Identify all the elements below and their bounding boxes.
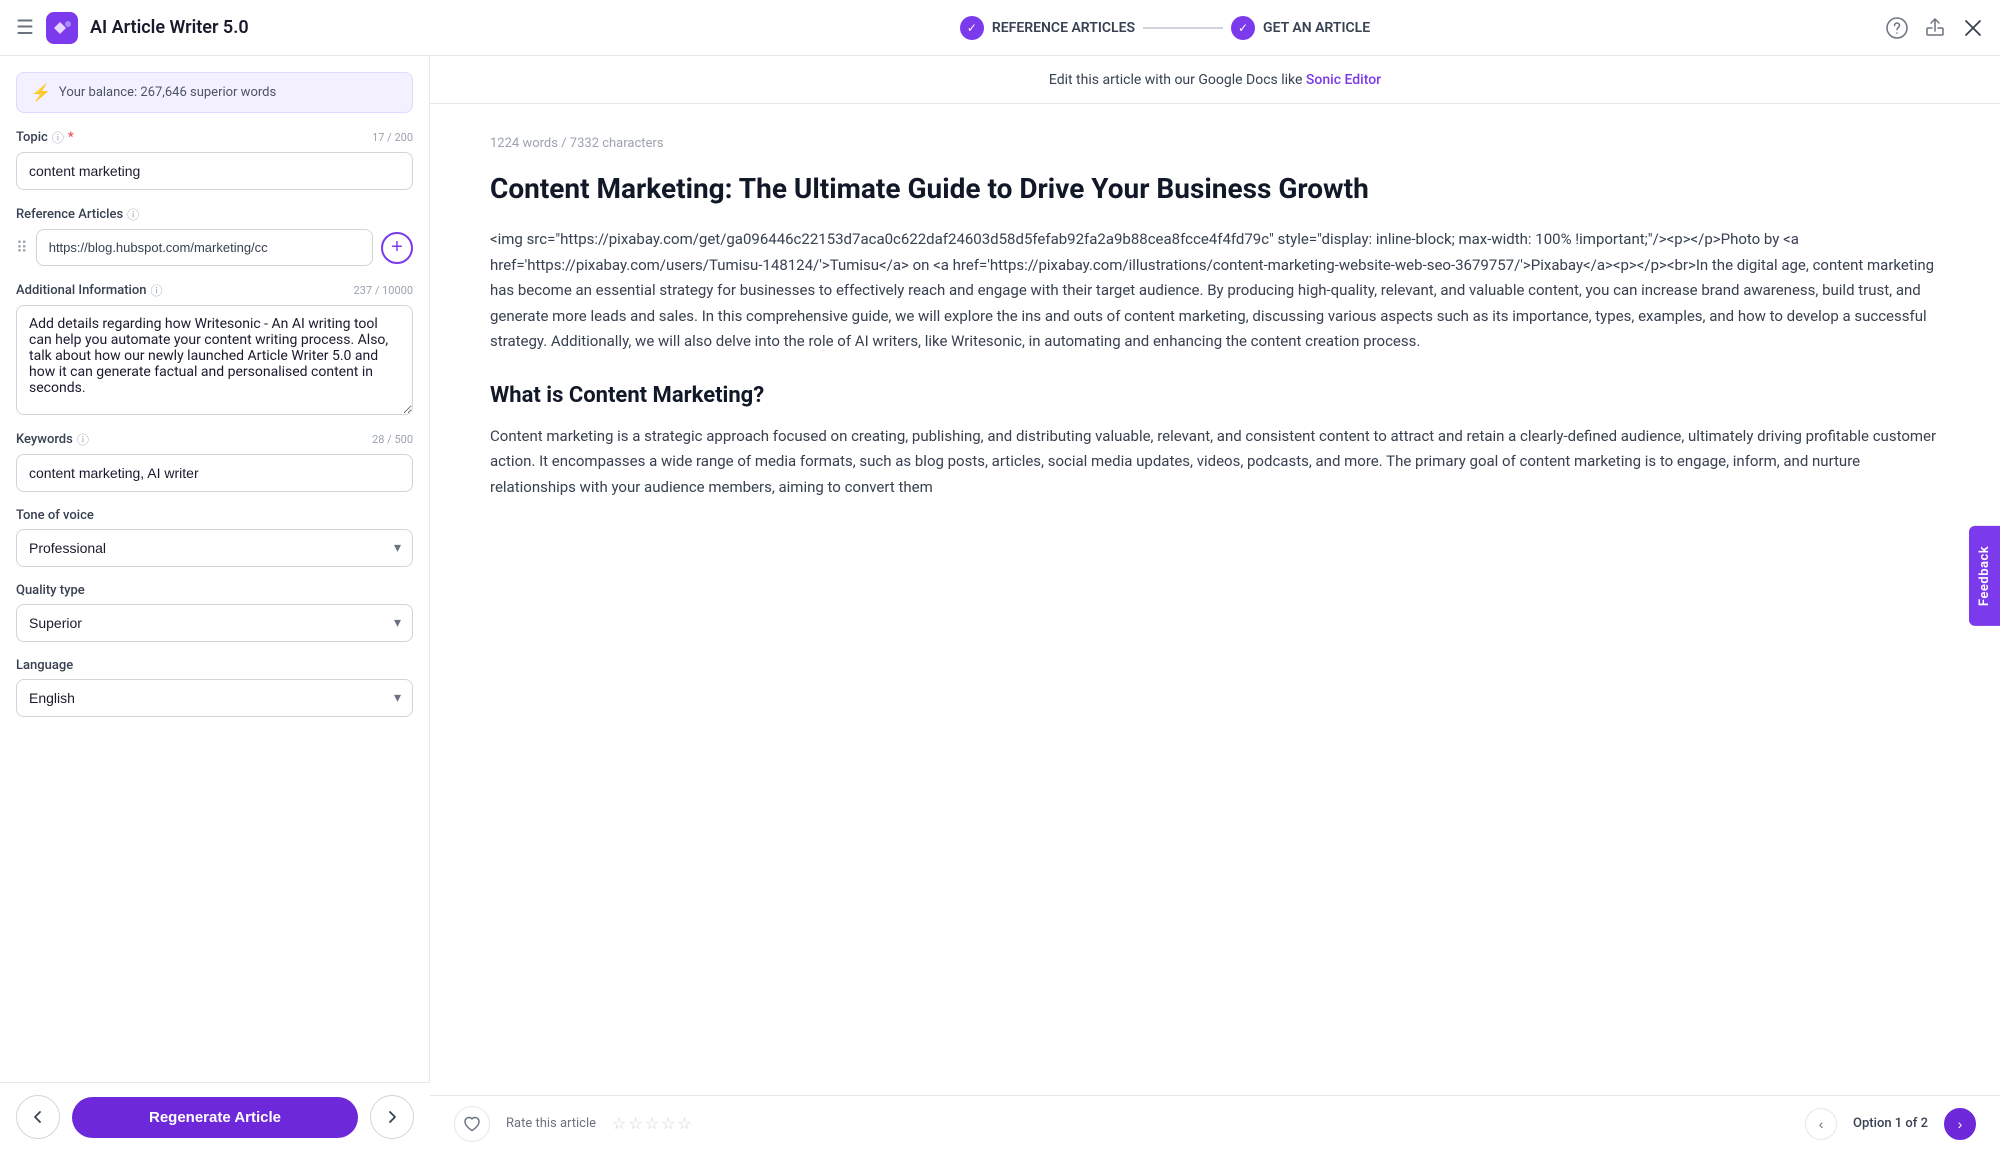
lightning-icon: ⚡ [31,83,51,102]
back-button[interactable] [16,1095,60,1139]
step-connector [1143,27,1223,29]
header: ☰ AI Article Writer 5.0 ✓ REFERENCE ARTI… [0,0,2000,56]
article-section-1-body: Content marketing is a strategic approac… [490,424,1940,501]
additional-info-icon[interactable]: ⓘ [150,282,162,299]
sonic-editor-link[interactable]: Sonic Editor [1306,72,1381,88]
add-reference-button[interactable]: + [381,232,413,264]
article-content-area: 1224 words / 7332 characters Content Mar… [430,104,2000,1095]
topic-char-count: 17 / 200 [372,131,413,144]
additional-info-char-count: 237 / 10000 [354,284,413,297]
step-check-1: ✓ [960,16,984,40]
tone-field-group: Tone of voice Professional Casual Formal… [16,508,413,567]
step-reference-articles[interactable]: ✓ REFERENCE ARTICLES [960,16,1135,40]
keywords-label: Keywords ⓘ [16,431,89,448]
app-title: AI Article Writer 5.0 [90,17,249,38]
language-field-group: Language English ▾ [16,658,413,717]
keywords-info-icon[interactable]: ⓘ [77,431,89,448]
feedback-label: Feedback [1969,525,2000,625]
word-count: 1224 words / 7332 characters [490,136,1940,151]
header-steps: ✓ REFERENCE ARTICLES ✓ GET AN ARTICLE [446,16,1884,40]
additional-info-label-row: Additional Information ⓘ 237 / 10000 [16,282,413,299]
keywords-input[interactable] [16,454,413,492]
language-select-wrapper: English ▾ [16,679,413,717]
topic-field-group: Topic ⓘ * 17 / 200 [16,129,413,190]
required-star: * [68,130,74,145]
article-bottom-bar: Rate this article ☆ ☆ ☆ ☆ ☆ ‹ Option 1 o… [430,1095,2000,1151]
sidebar-bottom-bar: Regenerate Article [0,1082,430,1151]
topic-input[interactable] [16,152,413,190]
option-label: Option 1 of 2 [1853,1116,1928,1131]
article-body-intro: <img src="https://pixabay.com/get/ga0964… [490,227,1940,355]
forward-button[interactable] [370,1095,414,1139]
next-option-button[interactable]: › [1944,1108,1976,1140]
feedback-tab[interactable]: Feedback [1969,525,2000,625]
article-panel: Edit this article with our Google Docs l… [430,56,2000,1151]
star-rating[interactable]: ☆ ☆ ☆ ☆ ☆ [612,1114,692,1133]
step-label-1: REFERENCE ARTICLES [992,20,1135,36]
like-button[interactable] [454,1106,490,1142]
balance-text: Your balance: 267,646 superior words [59,85,276,100]
rate-text: Rate this article [506,1116,596,1131]
regenerate-button[interactable]: Regenerate Article [72,1097,358,1138]
reference-info-icon[interactable]: ⓘ [127,206,139,223]
menu-button[interactable]: ☰ [16,15,34,40]
main-layout: ⚡ Your balance: 267,646 superior words T… [0,56,2000,1151]
step-check-2: ✓ [1231,16,1255,40]
additional-info-textarea[interactable]: Add details regarding how Writesonic - A… [16,305,413,415]
language-select[interactable]: English [16,679,413,717]
keywords-label-row: Keywords ⓘ 28 / 500 [16,431,413,448]
topic-info-icon[interactable]: ⓘ [52,129,64,146]
share-button[interactable] [1924,17,1946,39]
sidebar: ⚡ Your balance: 267,646 superior words T… [0,56,430,1151]
balance-banner: ⚡ Your balance: 267,646 superior words [16,72,413,113]
reference-articles-field-group: Reference Articles ⓘ ⠿ + [16,206,413,266]
header-right [1884,17,1984,39]
keywords-char-count: 28 / 500 [372,433,413,446]
additional-info-label: Additional Information ⓘ [16,282,162,299]
tone-select-wrapper: Professional Casual Formal Friendly Humo… [16,529,413,567]
header-left: ☰ AI Article Writer 5.0 [16,12,446,44]
tone-label: Tone of voice [16,508,413,523]
article-title: Content Marketing: The Ultimate Guide to… [490,171,1940,207]
tone-select[interactable]: Professional Casual Formal Friendly Humo… [16,529,413,567]
quality-field-group: Quality type Superior Good Average ▾ [16,583,413,642]
quality-select[interactable]: Superior Good Average [16,604,413,642]
reference-url-input[interactable] [36,229,373,266]
star-2[interactable]: ☆ [628,1114,642,1133]
close-button[interactable] [1962,17,1984,39]
keywords-field-group: Keywords ⓘ 28 / 500 [16,431,413,492]
language-label: Language [16,658,413,673]
app-logo [46,12,78,44]
star-5[interactable]: ☆ [677,1114,691,1133]
step-get-article[interactable]: ✓ GET AN ARTICLE [1231,16,1370,40]
prev-option-button[interactable]: ‹ [1805,1108,1837,1140]
star-3[interactable]: ☆ [645,1114,659,1133]
drag-handle-icon[interactable]: ⠿ [16,238,28,257]
quality-select-wrapper: Superior Good Average ▾ [16,604,413,642]
step-label-2: GET AN ARTICLE [1263,20,1370,36]
star-1[interactable]: ☆ [612,1114,626,1133]
topic-label: Topic ⓘ * [16,129,74,146]
reference-articles-label-row: Reference Articles ⓘ [16,206,413,223]
quality-label: Quality type [16,583,413,598]
article-top-bar: Edit this article with our Google Docs l… [430,56,2000,104]
article-section-1-title: What is Content Marketing? [490,383,1940,408]
edit-text: Edit this article with our Google Docs l… [1049,72,1303,88]
reference-articles-label: Reference Articles ⓘ [16,206,139,223]
star-4[interactable]: ☆ [661,1114,675,1133]
reference-article-row: ⠿ + [16,229,413,266]
help-button[interactable] [1886,17,1908,39]
additional-info-field-group: Additional Information ⓘ 237 / 10000 Add… [16,282,413,415]
topic-label-row: Topic ⓘ * 17 / 200 [16,129,413,146]
